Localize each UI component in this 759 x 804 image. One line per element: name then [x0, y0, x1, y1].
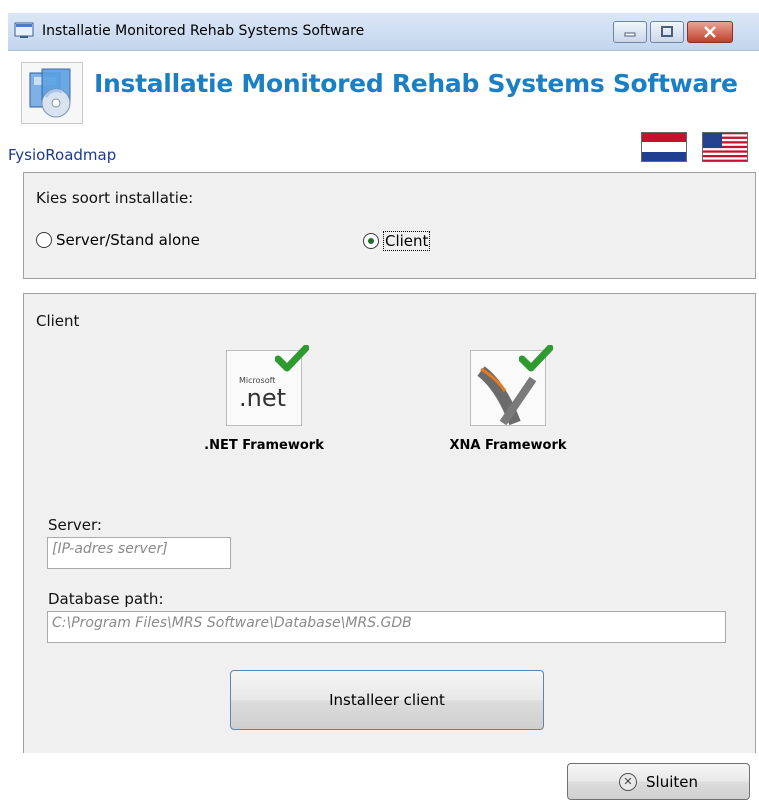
nl-flag-icon[interactable]: [641, 132, 687, 162]
us-flag-icon[interactable]: [702, 132, 748, 162]
svg-text:.net: .net: [239, 384, 286, 412]
dotnet-label: .NET Framework: [204, 438, 324, 453]
close-circle-icon: ✕: [619, 772, 637, 791]
radio-unchecked-icon: [36, 232, 52, 248]
window-close-button[interactable]: [687, 21, 733, 43]
dotnet-component: Microsoft .net .NET Framework: [184, 345, 344, 453]
minimize-button[interactable]: [613, 21, 647, 43]
server-input[interactable]: [IP-adres server]: [47, 537, 231, 569]
install-type-panel: Kies soort installatie: Server/Stand alo…: [23, 172, 756, 279]
client-panel-title: Client: [36, 312, 80, 330]
installer-disc-icon: [29, 68, 71, 118]
dotnet-icon: Microsoft .net: [226, 345, 309, 426]
title-bar[interactable]: Installatie Monitored Rehab Systems Soft…: [8, 13, 759, 51]
client-panel: Client Microsoft .net .NET Framework XNA…: [23, 293, 756, 753]
close-button[interactable]: ✕ Sluiten: [567, 763, 750, 800]
install-client-button[interactable]: Installeer client: [230, 670, 544, 730]
radio-client-label: Client: [383, 231, 431, 251]
close-icon: [704, 26, 716, 38]
installer-logo: [21, 62, 83, 124]
xna-label: XNA Framework: [449, 438, 567, 453]
database-path-input[interactable]: C:\Program Files\MRS Software\Database\M…: [47, 611, 726, 643]
radio-checked-icon: [363, 233, 379, 249]
maximize-button[interactable]: [650, 21, 684, 43]
server-label: Server:: [48, 516, 102, 534]
window-title: Installatie Monitored Rehab Systems Soft…: [42, 23, 365, 39]
page-heading: Installatie Monitored Rehab Systems Soft…: [94, 69, 738, 98]
minimize-icon: [624, 32, 636, 37]
radio-server-standalone[interactable]: Server/Stand alone: [36, 231, 200, 249]
install-type-label: Kies soort installatie:: [36, 189, 194, 207]
database-path-label: Database path:: [48, 590, 164, 608]
brand-label: FysioRoadmap: [8, 146, 117, 164]
xna-icon: [470, 345, 553, 426]
check-icon: [275, 345, 309, 372]
check-icon: [519, 345, 553, 372]
installer-window: Installatie Monitored Rehab Systems Soft…: [0, 0, 759, 804]
radio-server-label: Server/Stand alone: [56, 231, 200, 249]
xna-component: XNA Framework: [428, 345, 588, 453]
window-client-area: Installatie Monitored Rehab Systems Soft…: [8, 51, 759, 753]
app-window-icon: [14, 22, 34, 38]
radio-client[interactable]: Client: [363, 231, 431, 251]
maximize-icon: [661, 26, 673, 37]
close-button-label: Sluiten: [646, 772, 698, 791]
